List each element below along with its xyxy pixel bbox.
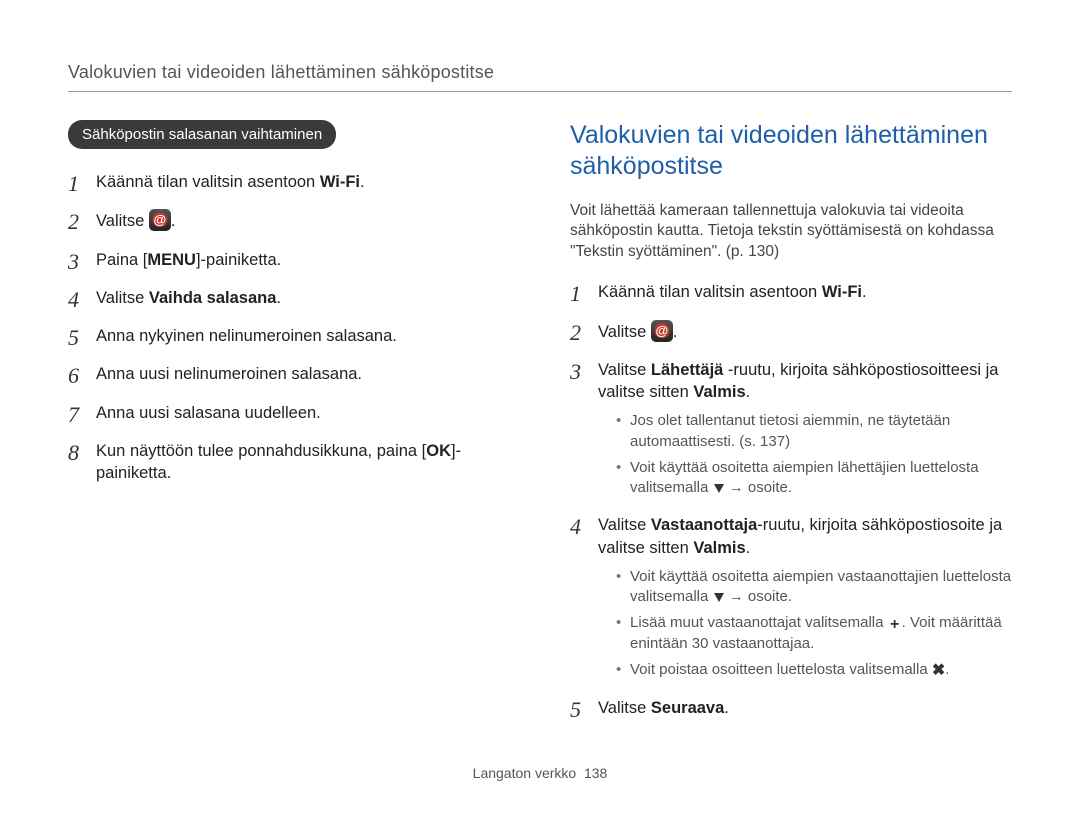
step-text: . xyxy=(724,699,729,717)
footer-section: Langaton verkko xyxy=(473,765,577,781)
plus-icon: + xyxy=(888,619,902,633)
step-text: Paina [ xyxy=(96,251,147,269)
step: Käännä tilan valitsin asentoon Wi-Fi. xyxy=(570,281,1012,303)
step-text: Valitse xyxy=(598,516,651,534)
sub-text: . xyxy=(945,661,949,678)
step-bold: Valmis xyxy=(693,539,745,557)
step: Kun näyttöön tulee ponnahdusikkuna, pain… xyxy=(68,440,510,485)
step-text: Valitse xyxy=(96,212,149,230)
step-bold: Seuraava xyxy=(651,699,724,717)
right-steps: Käännä tilan valitsin asentoon Wi-Fi. Va… xyxy=(570,281,1012,719)
sub-text: Voit poistaa osoitteen luettelosta valit… xyxy=(630,661,932,678)
sub-text: → osoite. xyxy=(725,479,793,496)
step-text: ]-painiketta. xyxy=(196,251,281,269)
email-icon xyxy=(651,320,673,342)
step-text: Valitse xyxy=(598,323,651,341)
footer-page-number: 138 xyxy=(584,765,607,781)
step: Käännä tilan valitsin asentoon Wi-Fi. xyxy=(68,171,510,193)
step-bold: Lähettäjä xyxy=(651,361,723,379)
step-text: . xyxy=(746,539,751,557)
step: Valitse Seuraava. xyxy=(570,697,1012,719)
sub-item: Lisää muut vastaanottajat valitsemalla +… xyxy=(616,613,1012,654)
sub-list: Jos olet tallentanut tietosi aiemmin, ne… xyxy=(598,411,1012,498)
step: Valitse Vaihda salasana. xyxy=(68,287,510,309)
step: Anna nykyinen nelinumeroinen salasana. xyxy=(68,325,510,347)
intro-text: Voit lähettää kameraan tallennettuja val… xyxy=(570,201,1012,264)
left-column: Sähköpostin salasanan vaihtaminen Käännä… xyxy=(68,120,510,755)
page-header: Valokuvien tai videoiden lähettäminen sä… xyxy=(68,62,1012,92)
wifi-label: Wi-Fi xyxy=(320,173,360,191)
sub-item: Voit poistaa osoitteen luettelosta valit… xyxy=(616,660,1012,682)
down-triangle-icon xyxy=(714,484,724,493)
left-steps: Käännä tilan valitsin asentoon Wi-Fi. Va… xyxy=(68,171,510,484)
step-text: . xyxy=(360,173,365,191)
step-text: Käännä tilan valitsin asentoon xyxy=(96,173,320,191)
step-text: . xyxy=(862,283,867,301)
step-text: . xyxy=(673,323,678,341)
sub-item: Voit käyttää osoitetta aiempien vastaano… xyxy=(616,567,1012,608)
sub-text: Voit käyttää osoitetta aiempien vastaano… xyxy=(630,568,1011,605)
step-text: . xyxy=(276,289,281,307)
step-bold: Valmis xyxy=(693,383,745,401)
step-bold: Vastaanottaja xyxy=(651,516,757,534)
step: Valitse Lähettäjä -ruutu, kirjoita sähkö… xyxy=(570,359,1012,499)
step-text: Käännä tilan valitsin asentoon xyxy=(598,283,822,301)
step-text: . xyxy=(171,212,176,230)
sub-text: Voit käyttää osoitetta aiempien lähettäj… xyxy=(630,459,979,496)
step-text: Valitse xyxy=(598,699,651,717)
sub-text: Lisää muut vastaanottajat valitsemalla xyxy=(630,614,888,631)
section-title: Valokuvien tai videoiden lähettäminen sä… xyxy=(570,120,1012,183)
right-column: Valokuvien tai videoiden lähettäminen sä… xyxy=(570,120,1012,755)
email-icon xyxy=(149,209,171,231)
step: Anna uusi nelinumeroinen salasana. xyxy=(68,363,510,385)
step-bold: Vaihda salasana xyxy=(149,289,277,307)
step: Valitse . xyxy=(570,320,1012,343)
step-text: . xyxy=(746,383,751,401)
step-text: Kun näyttöön tulee ponnahdusikkuna, pain… xyxy=(96,442,426,460)
page-body: Sähköpostin salasanan vaihtaminen Käännä… xyxy=(68,120,1012,755)
section-pill: Sähköpostin salasanan vaihtaminen xyxy=(68,120,336,149)
x-icon: ✖ xyxy=(932,660,945,682)
page-footer: Langaton verkko 138 xyxy=(0,765,1080,781)
step: Valitse Vastaanottaja-ruutu, kirjoita sä… xyxy=(570,514,1012,681)
step: Paina [MENU]-painiketta. xyxy=(68,249,510,271)
step: Anna uusi salasana uudelleen. xyxy=(68,402,510,424)
sub-list: Voit käyttää osoitetta aiempien vastaano… xyxy=(598,567,1012,682)
down-triangle-icon xyxy=(714,593,724,602)
step-text: Valitse xyxy=(598,361,651,379)
ok-key: OK xyxy=(426,442,451,460)
wifi-label: Wi-Fi xyxy=(822,283,862,301)
step-text: Valitse xyxy=(96,289,149,307)
sub-text: → osoite. xyxy=(725,588,793,605)
menu-key: MENU xyxy=(147,251,196,269)
step: Valitse . xyxy=(68,209,510,232)
sub-item: Voit käyttää osoitetta aiempien lähettäj… xyxy=(616,458,1012,499)
sub-item: Jos olet tallentanut tietosi aiemmin, ne… xyxy=(616,411,1012,452)
